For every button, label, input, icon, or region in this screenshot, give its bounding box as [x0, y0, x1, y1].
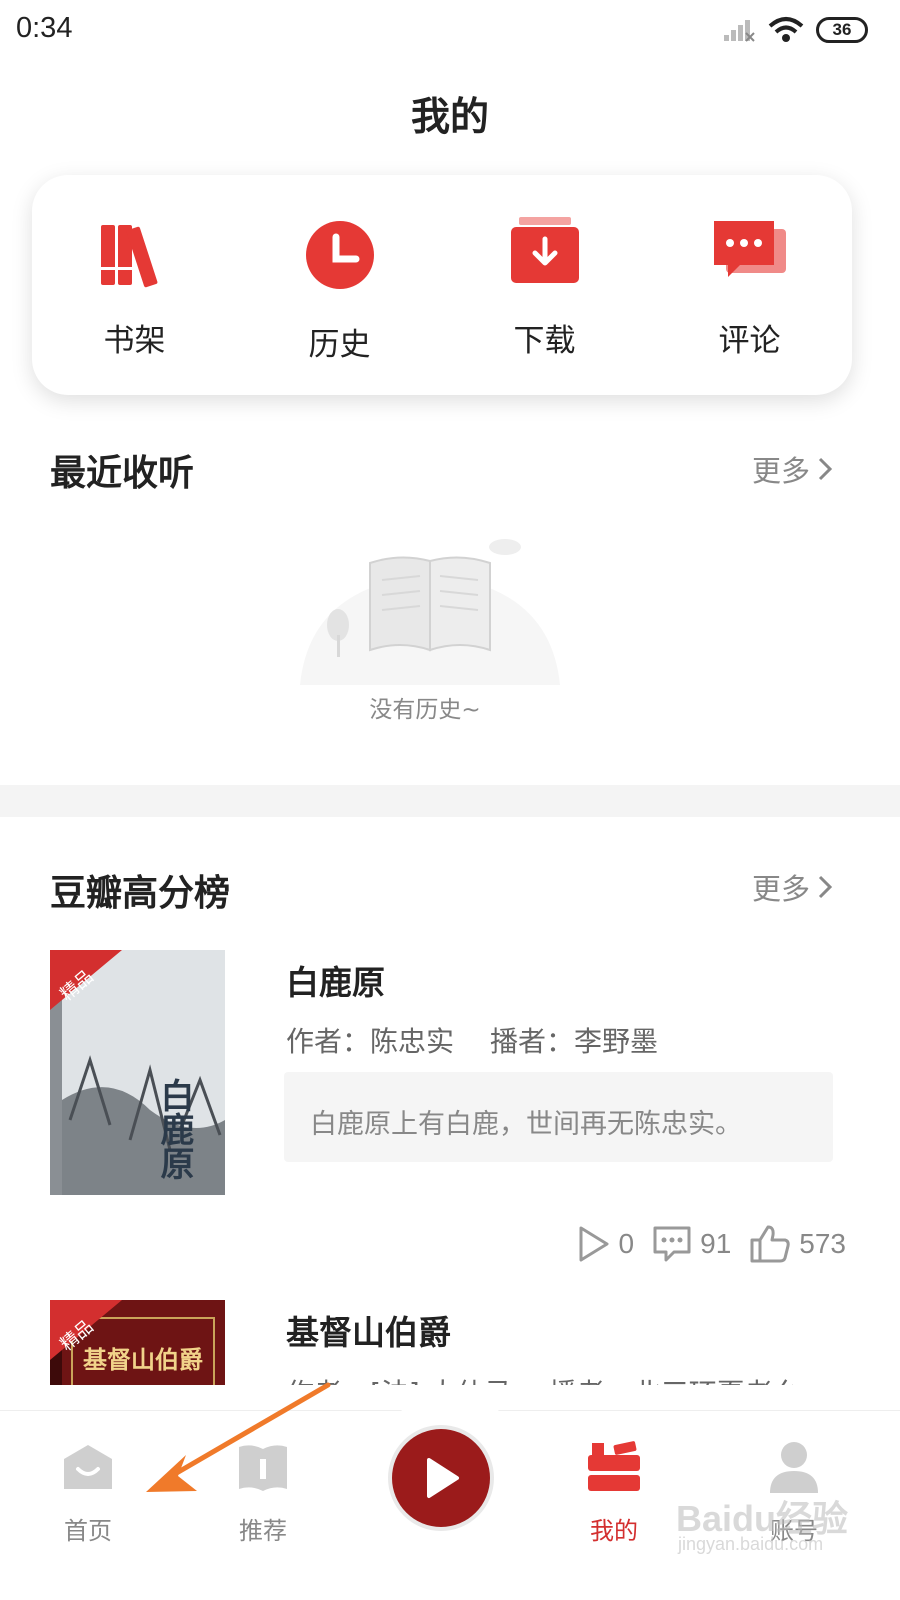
home-icon	[64, 1445, 112, 1489]
empty-history-illustration	[300, 539, 560, 685]
nav-label-home: 首页	[64, 1517, 112, 1545]
book-title: 基督山伯爵	[286, 1313, 451, 1352]
clock-icon	[305, 221, 374, 289]
comment-outline-icon	[653, 1226, 691, 1262]
page-title: 我的	[410, 95, 489, 140]
nav-home[interactable]: 首页	[28, 1439, 148, 1546]
cover-title-text: 白鹿原	[154, 1078, 194, 1180]
recent-section-title: 最近收听	[50, 453, 195, 494]
account-icon	[770, 1442, 818, 1493]
thumbs-up-icon	[750, 1225, 790, 1263]
battery-level: 36	[832, 20, 852, 39]
comment-count-value: 91	[700, 1228, 732, 1259]
quick-item-comment[interactable]: 评论	[647, 175, 852, 395]
watermark-url: jingyan.baidu.com	[678, 1534, 824, 1554]
premium-badge-text: 精品	[56, 966, 97, 1005]
book-item[interactable]: 白鹿原 精品 白鹿原 作者：陈忠实 播者：李野墨 白鹿原上有白鹿，世间再无陈忠实。…	[50, 950, 846, 1270]
status-icons: 36	[722, 14, 868, 46]
quick-item-bookshelf[interactable]: 书架	[32, 175, 237, 395]
wifi-icon	[768, 17, 804, 42]
nav-recommend[interactable]: 推荐	[203, 1439, 323, 1546]
like-count-value: 573	[799, 1228, 846, 1259]
quick-label-history: 历史	[308, 327, 371, 363]
douban-more-link[interactable]: 更多	[752, 866, 834, 908]
book-meta: 作者：陈忠实 播者：李野墨	[286, 1020, 658, 1060]
douban-more-label: 更多	[751, 872, 810, 906]
book-title: 白鹿原	[286, 963, 385, 1002]
status-bar: 0:34 36	[0, 0, 900, 62]
book-author: 作者：陈忠实	[286, 1025, 455, 1058]
play-count-value: 0	[618, 1228, 635, 1259]
recent-more-link[interactable]: 更多	[752, 448, 834, 490]
play-count: 0	[577, 1225, 635, 1263]
book-narrator: 播者：北三环夏老幺	[549, 1377, 801, 1385]
book-list-clip: 基督山伯爵 精品 基督山伯爵 作者：[法] 大仲马播者：北三环夏老幺	[0, 1290, 900, 1385]
watermark: Baidu经验 jingyan.baidu.com	[676, 1490, 876, 1560]
nav-mine[interactable]: 我的	[554, 1439, 674, 1546]
player-play-button[interactable]	[392, 1429, 490, 1527]
comment-icon	[713, 221, 786, 277]
book-author: 作者：[法] 大仲马	[286, 1377, 513, 1385]
comment-count: 91	[652, 1225, 731, 1263]
book-quote: 白鹿原上有白鹿，世间再无陈忠实。	[284, 1072, 833, 1162]
chevron-right-icon	[818, 875, 833, 899]
douban-section-title: 豆瓣高分榜	[50, 873, 231, 914]
status-time: 0:34	[16, 12, 73, 44]
recommend-icon	[239, 1445, 287, 1491]
quick-label-bookshelf: 书架	[103, 323, 166, 359]
premium-badge: 精品	[56, 1316, 97, 1355]
download-icon	[510, 217, 579, 283]
recent-more-label: 更多	[751, 454, 810, 488]
bookshelf-icon	[100, 225, 157, 288]
like-count: 573	[749, 1224, 846, 1264]
premium-badge: 精品	[56, 966, 97, 1005]
battery-icon: 36	[816, 17, 868, 43]
book-item[interactable]: 基督山伯爵 精品 基督山伯爵 作者：[法] 大仲马播者：北三环夏老幺	[50, 1300, 840, 1385]
quick-item-download[interactable]: 下载	[442, 175, 647, 395]
nav-label-recommend: 推荐	[239, 1517, 287, 1545]
quick-item-history[interactable]: 历史	[237, 175, 442, 395]
mine-icon	[588, 1441, 640, 1491]
nav-label-mine: 我的	[590, 1517, 638, 1545]
section-divider	[0, 785, 900, 817]
book-stats: 0 91 573	[559, 1224, 846, 1264]
chevron-right-icon	[818, 457, 833, 481]
book-meta: 作者：[法] 大仲马 播者：北三环夏老幺	[286, 1372, 801, 1385]
book-narrator: 播者：李野墨	[490, 1025, 659, 1058]
empty-history-text: 没有历史~	[369, 697, 481, 723]
quick-label-comment: 评论	[718, 323, 781, 359]
quick-access-card: 书架 历史 下载 评论	[32, 175, 852, 395]
play-icon	[427, 1458, 459, 1498]
play-outline-icon	[579, 1226, 609, 1262]
signal-icon	[724, 20, 755, 42]
premium-badge-text: 精品	[56, 1316, 97, 1355]
quick-label-download: 下载	[513, 323, 576, 359]
